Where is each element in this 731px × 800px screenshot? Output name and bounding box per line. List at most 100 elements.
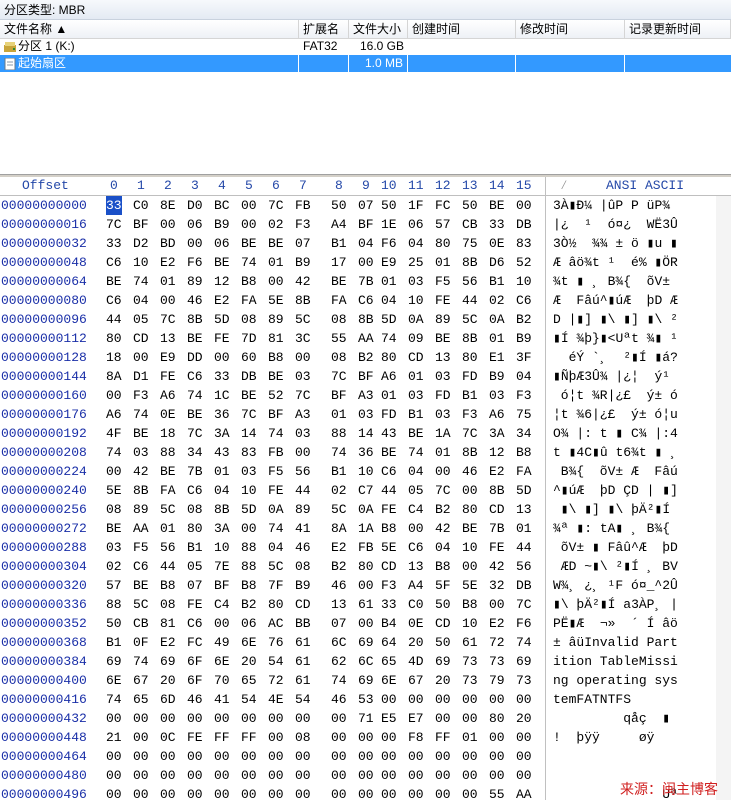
hex-byte[interactable]: 69 [516,652,532,671]
hex-byte[interactable]: BF [331,386,347,405]
hex-byte[interactable]: 80 [462,348,478,367]
file-row-start-sector[interactable]: 起始扇区 1.0 MB [0,55,731,72]
hex-byte[interactable]: 13 [160,329,176,348]
hex-byte[interactable]: 74 [268,519,284,538]
hex-byte[interactable]: 00 [462,481,478,500]
hex-row[interactable]: 00000000288 03 F5 56 B1 10 88 04 46 E2 FB 5E C6 04 10 F… [0,538,731,557]
hex-byte[interactable]: 8B [133,481,149,500]
hex-byte[interactable]: 7C [331,367,347,386]
hex-byte[interactable]: 0A [358,500,374,519]
hex-byte[interactable]: 00 [462,690,478,709]
hex-byte[interactable]: C4 [408,500,424,519]
hex-byte[interactable]: B2 [241,595,257,614]
ascii-text[interactable]: PË▮Æ ¬» ´ Í âö [553,614,678,633]
hex-byte[interactable]: 00 [295,348,311,367]
hex-byte[interactable]: 00 [516,747,532,766]
hex-byte[interactable]: 46 [187,690,203,709]
hex-byte[interactable]: 05 [408,481,424,500]
hex-byte[interactable]: 81 [160,614,176,633]
hex-row[interactable]: 00000000144 8A D1 FE C6 33 DB BE 03 7C BF A6 01 03 FD B… [0,367,731,386]
hex-byte[interactable]: B8 [241,272,257,291]
hex-byte[interactable]: 88 [160,443,176,462]
hex-byte[interactable]: 13 [516,500,532,519]
hex-byte[interactable]: BF [214,576,230,595]
hex-byte[interactable]: 8B [214,500,230,519]
hex-byte[interactable]: BE [106,519,122,538]
ascii-text[interactable]: Æ âö¾t ¹ é% ▮ÖR [553,253,678,272]
ascii-text[interactable]: temFATNTFS [553,690,678,709]
ascii-text[interactable]: ¦t ¾6|¿£ ý± ó¦u [553,405,678,424]
hex-byte[interactable]: FD [435,386,451,405]
hex-byte[interactable]: FB [268,443,284,462]
hex-byte[interactable]: 00 [435,690,451,709]
hex-byte[interactable]: CD [435,614,451,633]
hex-byte[interactable]: 13 [435,348,451,367]
hex-byte[interactable]: 56 [516,557,532,576]
ascii-text[interactable]: ó¦t ¾R|¿£ ý± ó [553,386,678,405]
hex-byte[interactable]: 7C [241,405,257,424]
hex-byte[interactable]: 00 [358,785,374,800]
hex-byte[interactable]: 00 [408,747,424,766]
hex-byte[interactable]: 50 [106,614,122,633]
hex-byte[interactable]: DB [241,367,257,386]
hex-byte[interactable]: FE [187,728,203,747]
hex-byte[interactable]: A6 [160,386,176,405]
hex-byte[interactable]: 61 [295,671,311,690]
vertical-scrollbar[interactable] [716,196,731,800]
hex-byte[interactable]: 7C [516,595,532,614]
hex-byte[interactable]: 54 [295,690,311,709]
hex-byte[interactable]: 00 [358,253,374,272]
hex-byte[interactable]: B1 [106,633,122,652]
hex-byte[interactable]: 41 [214,690,230,709]
hex-byte[interactable]: 02 [268,215,284,234]
hex-byte[interactable]: 0A [489,310,505,329]
hex-byte[interactable]: AA [133,519,149,538]
hex-byte[interactable]: 00 [187,709,203,728]
hex-byte[interactable]: 00 [214,709,230,728]
hex-byte[interactable]: 6D [160,690,176,709]
hex-byte[interactable]: BE [489,196,505,215]
hex-byte[interactable]: B1 [331,462,347,481]
ascii-text[interactable]: éÝ `¸ ²▮Í ▮á? [553,348,678,367]
hex-byte[interactable]: FA [331,291,347,310]
hex-byte[interactable]: 10 [462,614,478,633]
hex-byte[interactable]: 89 [133,500,149,519]
hex-byte[interactable]: 6C [331,633,347,652]
hex-byte[interactable]: AC [268,614,284,633]
hex-byte[interactable]: 03 [489,386,505,405]
hex-byte[interactable]: 03 [408,386,424,405]
hex-byte[interactable]: 69 [160,652,176,671]
hex-byte[interactable]: 6E [214,652,230,671]
hex-byte[interactable]: 01 [489,329,505,348]
hex-row[interactable]: 00000000016 7C BF 00 06 B9 00 02 F3 A4 BF 1E 06 57 CB 3… [0,215,731,234]
hex-byte[interactable]: B2 [358,348,374,367]
hex-byte[interactable]: 88 [331,424,347,443]
hex-byte[interactable]: 56 [295,462,311,481]
hex-byte[interactable]: 8B [462,253,478,272]
hex-byte[interactable]: 00 [241,709,257,728]
hex-byte[interactable]: 00 [106,462,122,481]
hex-byte[interactable]: 7C [435,481,451,500]
hex-byte[interactable]: 74 [106,443,122,462]
hex-byte[interactable]: E2 [160,253,176,272]
hex-byte[interactable]: 01 [214,462,230,481]
hex-byte[interactable]: BF [358,367,374,386]
hex-byte[interactable]: 00 [160,215,176,234]
hex-byte[interactable]: BE [187,329,203,348]
hex-byte[interactable]: 80 [489,709,505,728]
hex-byte[interactable]: E2 [160,633,176,652]
hex-byte[interactable]: 05 [187,557,203,576]
hex-byte[interactable]: 00 [358,766,374,785]
hex-byte[interactable]: B8 [381,519,397,538]
hex-byte[interactable]: BE [160,462,176,481]
hex-byte[interactable]: 00 [331,766,347,785]
ascii-text[interactable]: Æ Fâú^▮úÆ þD Æ [553,291,678,310]
hex-byte[interactable]: 18 [106,348,122,367]
hex-byte[interactable]: FE [187,595,203,614]
hex-byte[interactable]: 75 [462,234,478,253]
hex-byte[interactable]: BE [187,405,203,424]
hex-byte[interactable]: 33 [106,196,122,215]
hex-byte[interactable]: C6 [408,538,424,557]
hex-byte[interactable]: C0 [133,196,149,215]
hex-byte[interactable]: 32 [489,576,505,595]
